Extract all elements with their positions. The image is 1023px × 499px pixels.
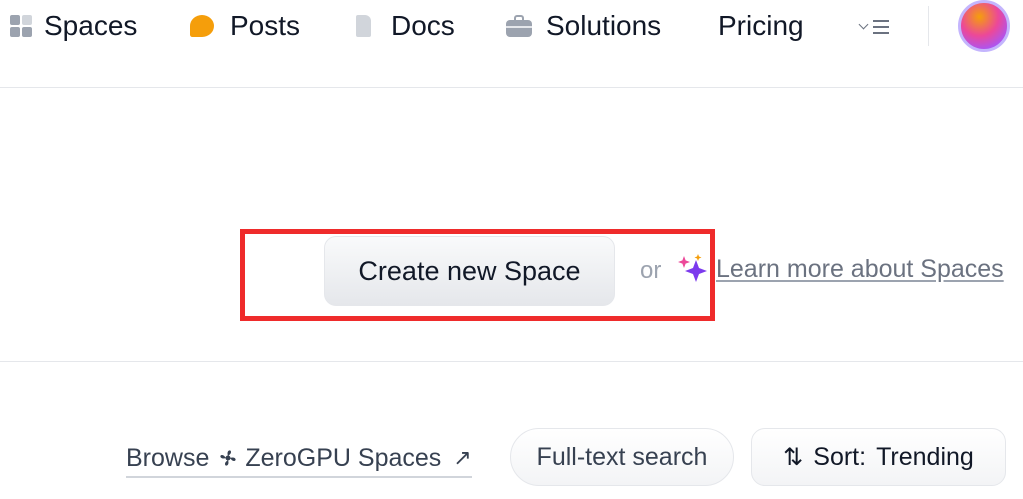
nav-item-label: Docs [391,10,455,41]
menu-lines-icon [873,20,889,34]
full-text-search-button[interactable]: Full-text search [510,428,734,486]
docs-icon [356,15,371,37]
create-new-space-button[interactable]: Create new Space [324,236,615,306]
learn-more-link[interactable]: Learn more about Spaces [716,255,1004,284]
nav-divider [928,6,929,46]
briefcase-icon [506,15,532,37]
sort-label: Sort: [813,442,867,471]
nav-item-label: Pricing [718,10,804,41]
nav-item-solutions[interactable]: Solutions [506,8,661,44]
external-arrow-icon: ↗ [453,445,472,470]
nav-item-pricing[interactable]: Pricing [718,8,804,44]
sparkles-icon [678,254,707,282]
posts-bubble-icon [190,15,214,37]
nav-item-label: Solutions [546,10,662,41]
chevron-down-icon [858,19,869,30]
sort-value: Trending [876,442,974,471]
nav-item-docs[interactable]: Docs [354,8,455,44]
top-nav: Spaces Posts Docs Solutions Pricing [0,0,1023,88]
nav-item-label: Posts [230,10,301,41]
create-space-section: Create new Space or Learn more about Spa… [0,89,1023,362]
nav-item-label: Spaces [44,10,138,41]
nav-item-posts[interactable]: Posts [190,8,300,44]
nav-item-spaces[interactable]: Spaces [10,8,137,44]
full-text-search-label: Full-text search [536,442,708,471]
browse-zerogpu-link[interactable]: Browse ZeroGPU Spaces ↗ [126,440,472,478]
avatar[interactable] [958,0,1010,52]
browse-prefix: Browse [126,443,210,472]
more-menu-button[interactable] [856,10,896,44]
sort-dropdown[interactable]: ⇅ Sort: Trending [751,428,1006,486]
or-separator: or [640,257,662,284]
sort-arrows-icon: ⇅ [783,443,804,471]
fan-icon [220,450,237,466]
browse-suffix: ZeroGPU Spaces [245,443,442,472]
spaces-grid-icon [10,15,32,37]
